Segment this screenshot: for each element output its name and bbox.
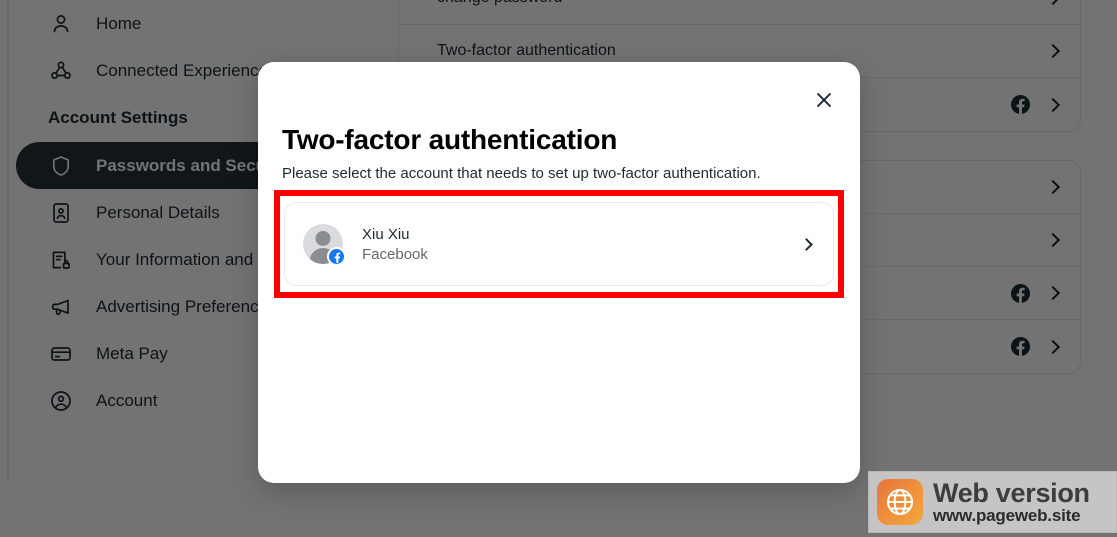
account-name: Xiu Xiu [362,225,410,243]
dialog-title: Two-factor authentication [282,124,618,155]
watermark-title: Web version [933,477,1090,508]
close-button[interactable] [802,78,846,122]
globe-icon [877,479,923,525]
chevron-right-icon[interactable] [800,237,813,251]
two-factor-authentication-dialog: Two-factor authentication Please select … [258,62,860,483]
account-platform: Facebook [362,245,428,263]
app-root: Home Connected Experience Account Settin… [0,0,1117,537]
avatar [303,224,346,266]
account-option-row[interactable]: Xiu Xiu Facebook [284,202,834,286]
watermark-texts: Web version www.pageweb.site [933,479,1090,525]
avatar-head [315,231,331,246]
dialog-subtitle: Please select the account that needs to … [282,165,761,182]
account-texts: Xiu Xiu Facebook [362,226,802,263]
watermark: Web version www.pageweb.site [868,471,1117,533]
facebook-badge-icon [327,247,346,266]
watermark-url: www.pageweb.site [933,506,1081,526]
